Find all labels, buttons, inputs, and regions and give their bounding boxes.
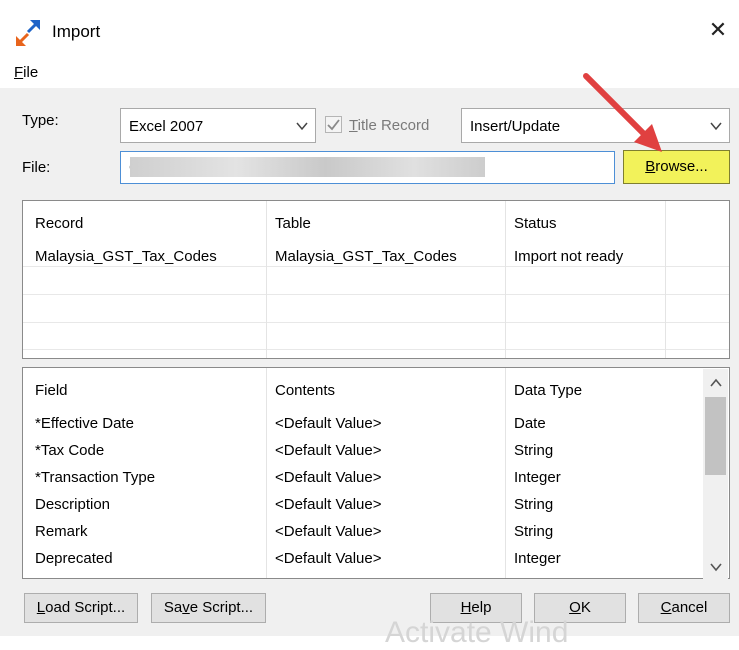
close-icon[interactable]: ✕ xyxy=(706,18,730,42)
scroll-up-icon[interactable] xyxy=(703,372,728,394)
type-select[interactable]: Excel 2007 xyxy=(120,108,316,143)
type-select-value: Excel 2007 xyxy=(129,118,204,135)
fields-col-type[interactable]: Data Type xyxy=(514,382,582,399)
browse-mnemonic-letter: B xyxy=(645,158,656,175)
field-contents[interactable]: <Default Value> xyxy=(275,469,381,486)
file-label: File: xyxy=(22,159,51,176)
save-prefix: Sa xyxy=(163,599,183,616)
scroll-down-icon[interactable] xyxy=(703,556,728,578)
records-table: Record Table Status Malaysia_GST_Tax_Cod… xyxy=(22,200,730,359)
redacted-path xyxy=(130,157,485,177)
browse-label: rowse... xyxy=(655,158,708,175)
type-label: Type: xyxy=(22,112,59,129)
field-type[interactable]: Integer xyxy=(514,469,561,486)
field-type[interactable]: String xyxy=(514,496,553,513)
field-type[interactable]: String xyxy=(514,523,553,540)
save-label: e Script... xyxy=(189,599,254,616)
records-cell-status[interactable]: Import not ready xyxy=(514,248,623,265)
title-record-label: Title Record xyxy=(349,117,429,134)
scrollbar-thumb[interactable] xyxy=(705,397,726,475)
import-app-icon xyxy=(16,20,40,46)
ok-mnemonic: O xyxy=(569,599,581,616)
records-col-status[interactable]: Status xyxy=(514,215,557,232)
field-name[interactable]: Description xyxy=(35,496,110,513)
field-contents[interactable]: <Default Value> xyxy=(275,415,381,432)
cancel-label: ancel xyxy=(671,599,708,616)
records-col-record[interactable]: Record xyxy=(35,215,83,232)
ok-label: K xyxy=(580,599,591,616)
records-cell-table[interactable]: Malaysia_GST_Tax_Codes xyxy=(275,248,457,265)
cancel-mnemonic: C xyxy=(660,599,672,616)
field-contents[interactable]: <Default Value> xyxy=(275,442,381,459)
fields-table: Field Contents Data Type *Effective Date… xyxy=(22,367,730,579)
field-name[interactable]: *Tax Code xyxy=(35,442,104,459)
load-script-button[interactable]: Load Script... xyxy=(24,593,138,623)
title-record-mnemonic: T xyxy=(349,117,358,134)
field-name[interactable]: *Transaction Type xyxy=(35,469,155,486)
mode-select-value: Insert/Update xyxy=(470,118,561,135)
records-cell-record[interactable]: Malaysia_GST_Tax_Codes xyxy=(35,248,217,265)
menu-file[interactable]: File xyxy=(14,64,38,81)
check-icon xyxy=(327,119,340,131)
red-arrow-annotation xyxy=(583,73,662,152)
field-contents[interactable]: <Default Value> xyxy=(275,496,381,513)
records-col-table[interactable]: Table xyxy=(275,215,311,232)
help-mnemonic: H xyxy=(460,599,472,616)
field-type[interactable]: Integer xyxy=(514,550,561,567)
help-label: elp xyxy=(471,599,492,616)
field-contents[interactable]: <Default Value> xyxy=(275,550,381,567)
title-record-checkbox[interactable] xyxy=(325,116,342,133)
save-mnemonic: v xyxy=(182,599,190,616)
save-script-button[interactable]: Save Script... xyxy=(151,593,266,623)
field-type[interactable]: String xyxy=(514,442,553,459)
field-name[interactable]: Remark xyxy=(35,523,88,540)
title-record-text: itle Record xyxy=(357,117,430,134)
field-name[interactable]: *Effective Date xyxy=(35,415,134,432)
fields-col-contents[interactable]: Contents xyxy=(275,382,335,399)
chevron-down-icon xyxy=(710,122,722,131)
window-title: Import xyxy=(52,22,101,41)
chevron-down-icon xyxy=(296,122,308,131)
field-type[interactable]: Date xyxy=(514,415,546,432)
load-mnemonic: L xyxy=(36,599,46,616)
fields-col-field[interactable]: Field xyxy=(35,382,68,399)
field-name[interactable]: Deprecated xyxy=(35,550,113,567)
activation-watermark: Activate Wind xyxy=(385,616,569,649)
load-label: oad Script... xyxy=(45,599,126,616)
menu-file-mnemonic: F xyxy=(14,64,24,81)
title-bar xyxy=(0,0,739,58)
field-contents[interactable]: <Default Value> xyxy=(275,523,381,540)
menu-file-label: ile xyxy=(23,64,39,81)
cancel-button[interactable]: Cancel xyxy=(638,593,730,623)
